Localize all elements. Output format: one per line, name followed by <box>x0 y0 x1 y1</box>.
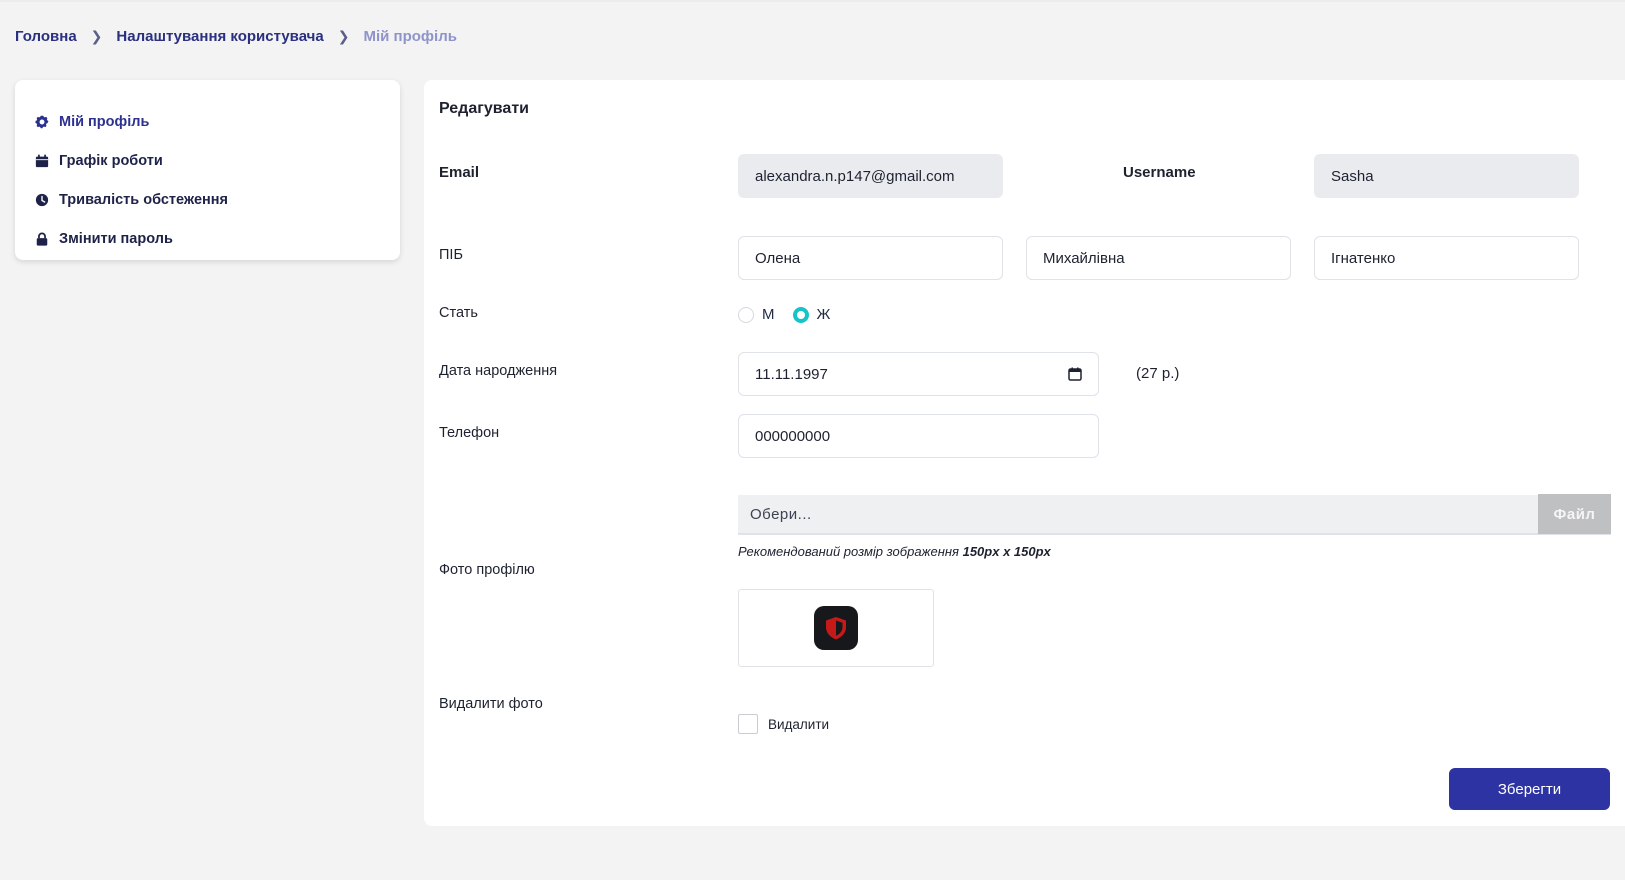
middle-name-field[interactable]: Михайлівна <box>1026 236 1291 280</box>
edit-profile-card: Редагувати Email alexandra.n.p147@gmail.… <box>424 80 1625 826</box>
sidebar-item-work-schedule[interactable]: Графік роботи <box>35 141 380 180</box>
profile-photo-preview <box>738 589 934 667</box>
card-title: Редагувати <box>439 100 529 117</box>
phone-label: Телефон <box>439 425 500 441</box>
phone-value: 000000000 <box>755 427 831 445</box>
shield-logo-icon <box>814 606 858 650</box>
email-field[interactable]: alexandra.n.p147@gmail.com <box>738 154 1003 198</box>
delete-photo-checkbox[interactable] <box>738 714 758 734</box>
email-value: alexandra.n.p147@gmail.com <box>755 167 955 185</box>
birthdate-value: 11.11.1997 <box>755 365 828 383</box>
sidebar-item-exam-duration[interactable]: Тривалість обстеження <box>35 180 380 219</box>
sidebar-item-my-profile[interactable]: Мій профіль <box>35 102 380 141</box>
sidebar-item-label: Графік роботи <box>59 152 163 169</box>
breadcrumb-user-settings[interactable]: Налаштування користувача <box>116 28 323 45</box>
gender-label: Стать <box>439 305 478 321</box>
full-name-label: ПІБ <box>439 247 463 263</box>
radio-button-selected[interactable] <box>792 306 809 323</box>
radio-button[interactable] <box>738 306 754 323</box>
sidebar-item-change-password[interactable]: Змінити пароль <box>35 219 380 258</box>
calendar-icon <box>35 153 49 168</box>
hint-size: 150px x 150px <box>962 544 1051 559</box>
file-placeholder: Обери... <box>750 505 812 523</box>
breadcrumb-home[interactable]: Головна <box>15 28 77 45</box>
gear-icon <box>35 115 49 129</box>
birthdate-label: Дата народження <box>439 363 558 379</box>
file-upload-input[interactable]: Обери... Файл <box>738 494 1611 535</box>
hint-text: Рекомендований розмір зображення <box>738 544 963 559</box>
last-name-field[interactable]: Ігнатенко <box>1314 236 1579 280</box>
lock-icon <box>35 232 49 246</box>
chevron-right-icon: ❯ <box>337 28 350 44</box>
delete-checkbox-label: Видалити <box>768 716 830 732</box>
radio-label: Ж <box>816 306 831 323</box>
radio-label: М <box>762 306 775 323</box>
delete-photo-label: Видалити фото <box>439 696 543 712</box>
chevron-right-icon: ❯ <box>90 28 103 44</box>
delete-photo-option[interactable]: Видалити <box>738 714 829 734</box>
username-field[interactable]: Sasha <box>1314 154 1579 198</box>
gender-radio-group: М Ж <box>738 306 830 323</box>
phone-field[interactable]: 000000000 <box>738 414 1099 458</box>
middle-name-value: Михайлівна <box>1043 249 1125 267</box>
last-name-value: Ігнатенко <box>1331 249 1396 267</box>
first-name-field[interactable]: Олена <box>738 236 1003 280</box>
sidebar-item-label: Мій профіль <box>59 113 150 130</box>
email-label: Email <box>439 164 480 181</box>
sidebar: Мій профіль Графік роботи Тривалість обс… <box>15 80 400 260</box>
save-button[interactable]: Зберегти <box>1449 768 1610 810</box>
profile-photo-label: Фото профілю <box>439 562 535 578</box>
username-value: Sasha <box>1331 167 1374 185</box>
sidebar-item-label: Тривалість обстеження <box>59 191 229 208</box>
first-name-value: Олена <box>755 249 801 267</box>
username-label: Username <box>1123 164 1196 181</box>
file-browse-button[interactable]: Файл <box>1538 494 1611 534</box>
image-size-hint: Рекомендований розмір зображення 150px x… <box>738 544 1051 559</box>
sidebar-item-label: Змінити пароль <box>59 230 173 247</box>
breadcrumb: Головна ❯ Налаштування користувача ❯ Мій… <box>15 28 457 45</box>
gender-option-male[interactable]: М <box>738 306 775 323</box>
calendar-icon[interactable] <box>1068 367 1082 381</box>
age-text: (27 р.) <box>1136 365 1180 382</box>
birthdate-field[interactable]: 11.11.1997 <box>738 352 1099 396</box>
gender-option-female[interactable]: Ж <box>792 306 831 323</box>
top-divider <box>0 0 1625 2</box>
breadcrumb-current: Мій профіль <box>363 28 457 45</box>
clock-icon <box>35 193 49 207</box>
